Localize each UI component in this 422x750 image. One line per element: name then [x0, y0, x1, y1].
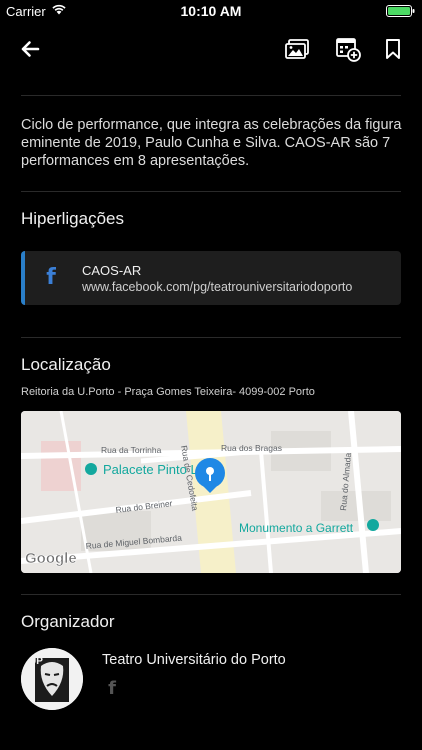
bookmark-icon [386, 39, 400, 59]
map-street-label: Rua dos Bragas [221, 443, 282, 453]
facebook-icon[interactable]: f [104, 678, 120, 700]
location-section-title: Localização [21, 355, 111, 374]
organizer-name: Teatro Universitário do Porto [102, 652, 286, 668]
organizer-avatar[interactable]: UP [21, 648, 83, 710]
link-card-caos-ar[interactable]: f CAOS-AR www.facebook.com/pg/teatrouniv… [21, 251, 401, 305]
divider [21, 191, 401, 192]
organizer-avatar-text: UP [29, 656, 43, 667]
address-text: Reitoria da U.Porto - Praça Gomes Teixei… [21, 386, 315, 398]
divider [21, 337, 401, 338]
link-card-accent [21, 251, 25, 305]
event-description: Ciclo de performance, que integra as cel… [21, 117, 402, 169]
add-to-calendar-button[interactable] [333, 34, 363, 64]
map-place-label: Monumento a Garrett [239, 521, 354, 535]
nav-bar [0, 22, 422, 74]
map-street-label: Rua da Torrinha [101, 445, 162, 455]
google-logo: Google [25, 550, 77, 567]
divider [21, 95, 401, 96]
gallery-icon [285, 39, 309, 59]
battery-icon [386, 5, 416, 17]
bookmark-button[interactable] [378, 34, 408, 64]
link-card-title: CAOS-AR [82, 263, 142, 278]
arrow-left-icon [21, 41, 40, 57]
location-map[interactable]: Rua da Torrinha Rua dos Bragas Rua do Br… [21, 411, 401, 573]
organizer-section-title: Organizador [21, 612, 115, 631]
gallery-button[interactable] [282, 34, 312, 64]
link-card-url: www.facebook.com/pg/teatrouniversitariod… [82, 280, 353, 294]
links-section-title: Hiperligações [21, 209, 124, 228]
facebook-icon: f [46, 265, 56, 290]
calendar-add-icon [336, 38, 361, 62]
map-place-label: Palacete Pinto Le [103, 462, 205, 477]
status-bar: Carrier 10:10 AM [0, 0, 422, 22]
divider [21, 594, 401, 595]
back-button[interactable] [15, 34, 45, 64]
clock: 10:10 AM [180, 3, 242, 19]
